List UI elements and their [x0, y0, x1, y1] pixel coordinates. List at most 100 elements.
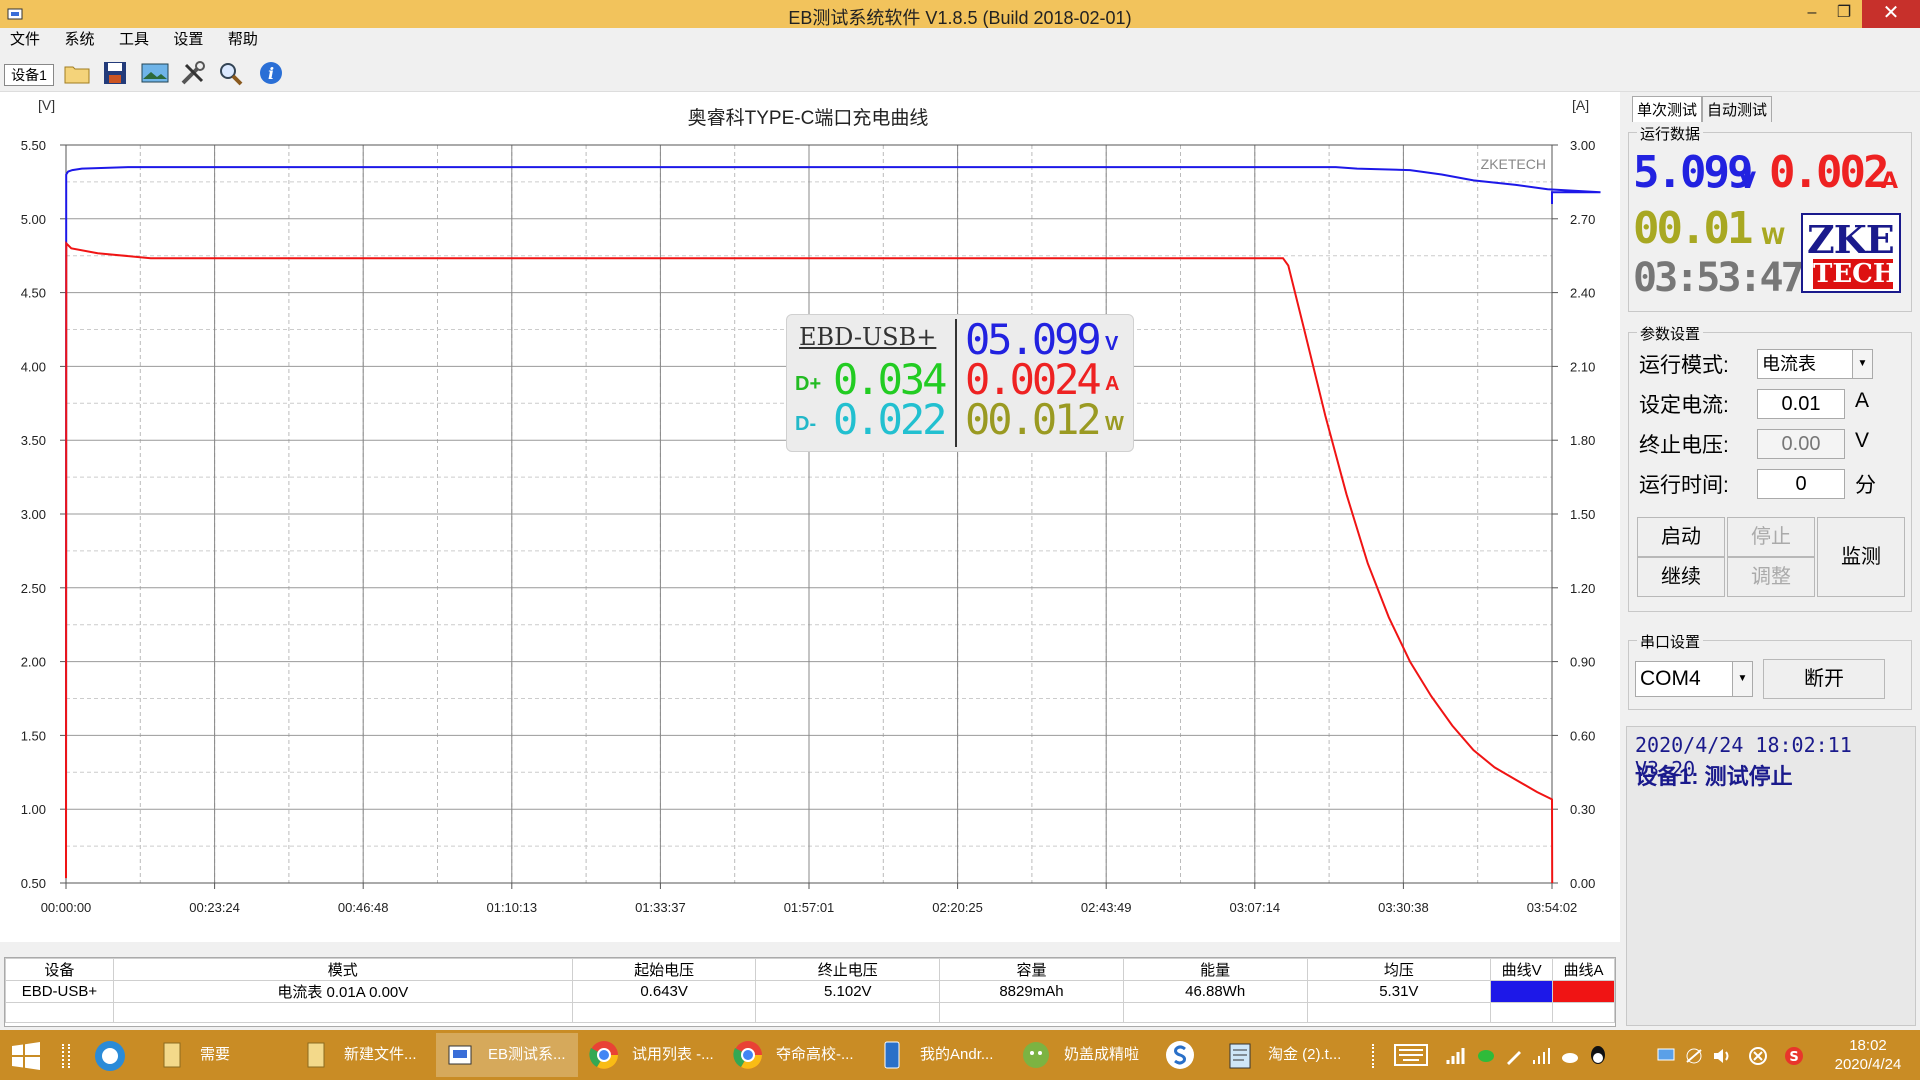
run-data-group: 运行数据 5.099 V 0.002 A 00.01 W 03:53:47 ZK…: [1628, 123, 1912, 312]
left-tick-label: 2.50: [21, 581, 46, 596]
current-set-unit: A: [1855, 389, 1870, 412]
table-row[interactable]: EBD-USB+ 电流表 0.01A 0.00V 0.643V 5.102V 8…: [5, 980, 1615, 1003]
run-elapsed: 03:53:47: [1633, 255, 1805, 301]
device-selector[interactable]: 设备1: [4, 64, 54, 86]
cutoff-input[interactable]: 0.00: [1757, 429, 1845, 459]
disconnect-button[interactable]: 断开: [1763, 659, 1885, 699]
port-select-value: COM4: [1640, 667, 1701, 690]
chevron-down-icon: ▼: [1852, 350, 1872, 378]
menu-bar: 文件 系统 工具 设置 帮助: [0, 28, 1920, 52]
task-folder-2[interactable]: 新建文件...: [292, 1033, 434, 1077]
svg-text:i: i: [268, 64, 274, 83]
runtime-unit: 分: [1855, 474, 1876, 497]
right-axis-label: [A]: [1572, 97, 1589, 113]
tab-auto-test[interactable]: 自动测试: [1702, 96, 1773, 122]
start-button[interactable]: 启动: [1637, 517, 1725, 557]
header-avg-voltage: 均压: [1306, 958, 1492, 981]
right-tick-label: 3.00: [1570, 138, 1595, 153]
cell-mode: 电流表 0.01A 0.00V: [112, 980, 573, 1003]
task-app-s[interactable]: [1156, 1033, 1212, 1077]
blocked-icon[interactable]: [1748, 1046, 1768, 1066]
maximize-button[interactable]: ❐: [1826, 0, 1862, 28]
task-android[interactable]: 我的Andr...: [868, 1033, 1010, 1077]
monitor-button[interactable]: 监测: [1817, 517, 1905, 597]
chart-area: 5.50 5.00 4.50 4.00 3.50 3.00 2.50 2.00 1.50 1.00…: [0, 92, 1620, 942]
menu-system[interactable]: 系统: [64, 28, 94, 52]
taskbar: 需要 新建文件... EB测试系... 试用列表 -... 夺命高校-... 我…: [0, 1030, 1920, 1080]
task-eb-test[interactable]: EB测试系...: [436, 1033, 578, 1077]
close-button[interactable]: ✕: [1862, 0, 1920, 28]
title-bar: EB测试系统软件 V1.8.5 (Build 2018-02-01) – ❐ ✕: [0, 0, 1920, 28]
header-curve-a: 曲线A: [1552, 958, 1615, 981]
chevron-down-icon: ▼: [1732, 662, 1752, 696]
run-current-unit: A: [1881, 169, 1899, 194]
info-icon[interactable]: i: [256, 59, 286, 87]
task-chrome-2[interactable]: 夺命高校-...: [724, 1033, 866, 1077]
clock-date: 2020/4/24: [1834, 1056, 1902, 1073]
right-tick-label: 0.00: [1570, 876, 1595, 891]
run-voltage-unit: V: [1739, 169, 1757, 194]
task-notepad[interactable]: 淘金 (2).t...: [1216, 1033, 1358, 1077]
open-folder-icon[interactable]: [62, 59, 92, 87]
adjust-button[interactable]: 调整: [1727, 557, 1815, 597]
tools-icon[interactable]: [178, 59, 208, 87]
tray-separator: [1372, 1044, 1378, 1068]
continue-button[interactable]: 继续: [1637, 557, 1725, 597]
left-tick-label: 5.50: [21, 138, 46, 153]
left-tick-label: 3.00: [21, 507, 46, 522]
menu-tools[interactable]: 工具: [119, 28, 149, 52]
port-select[interactable]: COM4 ▼: [1635, 661, 1753, 697]
window-title: EB测试系统软件 V1.8.5 (Build 2018-02-01): [788, 8, 1132, 28]
task-chrome-1[interactable]: 试用列表 -...: [580, 1033, 722, 1077]
left-tick-label: 3.50: [21, 433, 46, 448]
search-icon[interactable]: [216, 59, 246, 87]
pen-icon[interactable]: [1504, 1046, 1524, 1066]
current-set-label: 设定电流:: [1639, 394, 1729, 417]
signal-icon[interactable]: [1446, 1046, 1466, 1066]
header-start-voltage: 起始电压: [571, 958, 757, 981]
menu-settings[interactable]: 设置: [173, 28, 203, 52]
save-icon[interactable]: [100, 59, 130, 87]
svg-text:S: S: [1789, 1050, 1798, 1065]
task-folder-1[interactable]: 需要: [148, 1033, 290, 1077]
table-row-empty: [5, 1002, 1615, 1023]
browser-icon[interactable]: [92, 1038, 128, 1074]
windows-start-icon[interactable]: [12, 1042, 40, 1070]
volume-icon[interactable]: [1712, 1046, 1734, 1066]
image-icon[interactable]: [140, 59, 170, 87]
curve-a-swatch[interactable]: [1552, 980, 1615, 1003]
x-tick-label: 02:43:49: [1081, 900, 1132, 915]
tab-single-test[interactable]: 单次测试: [1632, 96, 1703, 122]
notepad-icon: [1229, 1043, 1251, 1069]
stop-button[interactable]: 停止: [1727, 517, 1815, 557]
x-tick-label: 03:30:38: [1378, 900, 1429, 915]
mode-select[interactable]: 电流表 ▼: [1757, 349, 1873, 379]
header-capacity: 容量: [939, 958, 1124, 981]
network-icon[interactable]: [1532, 1046, 1552, 1066]
display-icon[interactable]: [1656, 1046, 1676, 1066]
taskbar-clock[interactable]: 18:02 2020/4/24: [1820, 1036, 1916, 1074]
cloud-icon[interactable]: [1560, 1046, 1580, 1066]
left-tick-label: 1.50: [21, 728, 46, 743]
left-tick-label: 4.50: [21, 286, 46, 301]
curve-v-swatch[interactable]: [1490, 980, 1554, 1003]
mode-select-value: 电流表: [1762, 354, 1816, 374]
task-view-icon[interactable]: [62, 1044, 70, 1068]
runtime-input[interactable]: 0: [1757, 469, 1845, 499]
network-status-icon[interactable]: [1684, 1046, 1704, 1066]
task-milk-cap[interactable]: 奶盖成精啦: [1012, 1033, 1154, 1077]
left-tick-label: 5.00: [21, 212, 46, 227]
x-tick-label: 00:46:48: [338, 900, 389, 915]
x-tick-label: 01:10:13: [486, 900, 537, 915]
sogou-input-icon[interactable]: S: [1784, 1046, 1804, 1066]
right-tick-label: 0.90: [1570, 655, 1595, 670]
voltage-series-line: [65, 166, 1601, 876]
qq-icon[interactable]: [1588, 1044, 1608, 1066]
keyboard-icon[interactable]: [1394, 1044, 1428, 1066]
wechat-icon[interactable]: [1476, 1046, 1496, 1066]
right-tick-label: 1.80: [1570, 433, 1595, 448]
menu-help[interactable]: 帮助: [228, 28, 258, 52]
minimize-button[interactable]: –: [1794, 0, 1830, 28]
current-set-input[interactable]: 0.01: [1757, 389, 1845, 419]
menu-file[interactable]: 文件: [10, 28, 40, 52]
